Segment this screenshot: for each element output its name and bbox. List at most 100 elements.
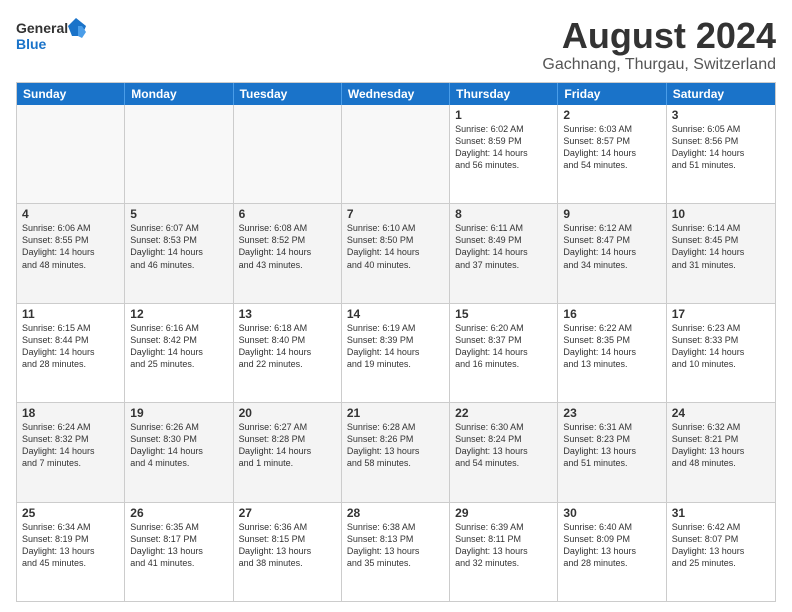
day-number-9: 9 [563, 207, 660, 221]
day-cell-28: 28Sunrise: 6:38 AMSunset: 8:13 PMDayligh… [342, 503, 450, 601]
day-number-2: 2 [563, 108, 660, 122]
day-info-2: Sunrise: 6:03 AMSunset: 8:57 PMDaylight:… [563, 123, 660, 172]
day-info-10: Sunrise: 6:14 AMSunset: 8:45 PMDaylight:… [672, 222, 770, 271]
day-number-10: 10 [672, 207, 770, 221]
day-cell-9: 9Sunrise: 6:12 AMSunset: 8:47 PMDaylight… [558, 204, 666, 302]
day-cell-20: 20Sunrise: 6:27 AMSunset: 8:28 PMDayligh… [234, 403, 342, 501]
day-number-22: 22 [455, 406, 552, 420]
day-info-12: Sunrise: 6:16 AMSunset: 8:42 PMDaylight:… [130, 322, 227, 371]
day-number-16: 16 [563, 307, 660, 321]
header-monday: Monday [125, 83, 233, 105]
week-3: 11Sunrise: 6:15 AMSunset: 8:44 PMDayligh… [17, 303, 775, 402]
empty-cell-w0c3 [342, 105, 450, 203]
day-cell-4: 4Sunrise: 6:06 AMSunset: 8:55 PMDaylight… [17, 204, 125, 302]
day-cell-12: 12Sunrise: 6:16 AMSunset: 8:42 PMDayligh… [125, 304, 233, 402]
day-cell-21: 21Sunrise: 6:28 AMSunset: 8:26 PMDayligh… [342, 403, 450, 501]
day-cell-5: 5Sunrise: 6:07 AMSunset: 8:53 PMDaylight… [125, 204, 233, 302]
empty-cell-w0c0 [17, 105, 125, 203]
header-saturday: Saturday [667, 83, 775, 105]
day-cell-24: 24Sunrise: 6:32 AMSunset: 8:21 PMDayligh… [667, 403, 775, 501]
title-block: August 2024 Gachnang, Thurgau, Switzerla… [542, 16, 776, 74]
week-1: 1Sunrise: 6:02 AMSunset: 8:59 PMDaylight… [17, 105, 775, 203]
day-number-14: 14 [347, 307, 444, 321]
week-5: 25Sunrise: 6:34 AMSunset: 8:19 PMDayligh… [17, 502, 775, 601]
day-number-29: 29 [455, 506, 552, 520]
day-info-23: Sunrise: 6:31 AMSunset: 8:23 PMDaylight:… [563, 421, 660, 470]
day-cell-14: 14Sunrise: 6:19 AMSunset: 8:39 PMDayligh… [342, 304, 450, 402]
day-number-11: 11 [22, 307, 119, 321]
day-cell-7: 7Sunrise: 6:10 AMSunset: 8:50 PMDaylight… [342, 204, 450, 302]
day-number-27: 27 [239, 506, 336, 520]
day-number-24: 24 [672, 406, 770, 420]
svg-text:General: General [16, 20, 68, 36]
day-cell-22: 22Sunrise: 6:30 AMSunset: 8:24 PMDayligh… [450, 403, 558, 501]
header-tuesday: Tuesday [234, 83, 342, 105]
day-number-23: 23 [563, 406, 660, 420]
day-cell-1: 1Sunrise: 6:02 AMSunset: 8:59 PMDaylight… [450, 105, 558, 203]
day-cell-19: 19Sunrise: 6:26 AMSunset: 8:30 PMDayligh… [125, 403, 233, 501]
day-cell-31: 31Sunrise: 6:42 AMSunset: 8:07 PMDayligh… [667, 503, 775, 601]
day-cell-30: 30Sunrise: 6:40 AMSunset: 8:09 PMDayligh… [558, 503, 666, 601]
day-cell-29: 29Sunrise: 6:39 AMSunset: 8:11 PMDayligh… [450, 503, 558, 601]
day-info-11: Sunrise: 6:15 AMSunset: 8:44 PMDaylight:… [22, 322, 119, 371]
day-info-31: Sunrise: 6:42 AMSunset: 8:07 PMDaylight:… [672, 521, 770, 570]
day-cell-11: 11Sunrise: 6:15 AMSunset: 8:44 PMDayligh… [17, 304, 125, 402]
day-cell-15: 15Sunrise: 6:20 AMSunset: 8:37 PMDayligh… [450, 304, 558, 402]
day-info-6: Sunrise: 6:08 AMSunset: 8:52 PMDaylight:… [239, 222, 336, 271]
day-info-30: Sunrise: 6:40 AMSunset: 8:09 PMDaylight:… [563, 521, 660, 570]
day-number-12: 12 [130, 307, 227, 321]
day-number-30: 30 [563, 506, 660, 520]
day-number-28: 28 [347, 506, 444, 520]
day-info-25: Sunrise: 6:34 AMSunset: 8:19 PMDaylight:… [22, 521, 119, 570]
day-cell-16: 16Sunrise: 6:22 AMSunset: 8:35 PMDayligh… [558, 304, 666, 402]
day-cell-25: 25Sunrise: 6:34 AMSunset: 8:19 PMDayligh… [17, 503, 125, 601]
day-info-4: Sunrise: 6:06 AMSunset: 8:55 PMDaylight:… [22, 222, 119, 271]
day-info-13: Sunrise: 6:18 AMSunset: 8:40 PMDaylight:… [239, 322, 336, 371]
header-friday: Friday [558, 83, 666, 105]
week-2: 4Sunrise: 6:06 AMSunset: 8:55 PMDaylight… [17, 203, 775, 302]
header-wednesday: Wednesday [342, 83, 450, 105]
day-info-21: Sunrise: 6:28 AMSunset: 8:26 PMDaylight:… [347, 421, 444, 470]
day-number-21: 21 [347, 406, 444, 420]
day-info-9: Sunrise: 6:12 AMSunset: 8:47 PMDaylight:… [563, 222, 660, 271]
day-number-13: 13 [239, 307, 336, 321]
day-cell-23: 23Sunrise: 6:31 AMSunset: 8:23 PMDayligh… [558, 403, 666, 501]
day-cell-27: 27Sunrise: 6:36 AMSunset: 8:15 PMDayligh… [234, 503, 342, 601]
day-info-29: Sunrise: 6:39 AMSunset: 8:11 PMDaylight:… [455, 521, 552, 570]
calendar: Sunday Monday Tuesday Wednesday Thursday… [16, 82, 776, 602]
day-info-20: Sunrise: 6:27 AMSunset: 8:28 PMDaylight:… [239, 421, 336, 470]
day-number-20: 20 [239, 406, 336, 420]
header: General Blue August 2024 Gachnang, Thurg… [16, 16, 776, 74]
day-info-8: Sunrise: 6:11 AMSunset: 8:49 PMDaylight:… [455, 222, 552, 271]
day-number-6: 6 [239, 207, 336, 221]
day-number-5: 5 [130, 207, 227, 221]
day-number-26: 26 [130, 506, 227, 520]
day-number-4: 4 [22, 207, 119, 221]
header-thursday: Thursday [450, 83, 558, 105]
logo-svg: General Blue [16, 16, 86, 56]
day-cell-2: 2Sunrise: 6:03 AMSunset: 8:57 PMDaylight… [558, 105, 666, 203]
day-cell-3: 3Sunrise: 6:05 AMSunset: 8:56 PMDaylight… [667, 105, 775, 203]
location-title: Gachnang, Thurgau, Switzerland [542, 56, 776, 74]
month-title: August 2024 [542, 16, 776, 56]
day-info-26: Sunrise: 6:35 AMSunset: 8:17 PMDaylight:… [130, 521, 227, 570]
header-sunday: Sunday [17, 83, 125, 105]
day-cell-8: 8Sunrise: 6:11 AMSunset: 8:49 PMDaylight… [450, 204, 558, 302]
day-info-19: Sunrise: 6:26 AMSunset: 8:30 PMDaylight:… [130, 421, 227, 470]
day-info-18: Sunrise: 6:24 AMSunset: 8:32 PMDaylight:… [22, 421, 119, 470]
week-4: 18Sunrise: 6:24 AMSunset: 8:32 PMDayligh… [17, 402, 775, 501]
day-info-27: Sunrise: 6:36 AMSunset: 8:15 PMDaylight:… [239, 521, 336, 570]
day-info-22: Sunrise: 6:30 AMSunset: 8:24 PMDaylight:… [455, 421, 552, 470]
day-cell-17: 17Sunrise: 6:23 AMSunset: 8:33 PMDayligh… [667, 304, 775, 402]
day-cell-13: 13Sunrise: 6:18 AMSunset: 8:40 PMDayligh… [234, 304, 342, 402]
empty-cell-w0c2 [234, 105, 342, 203]
day-number-19: 19 [130, 406, 227, 420]
calendar-header: Sunday Monday Tuesday Wednesday Thursday… [17, 83, 775, 105]
day-info-14: Sunrise: 6:19 AMSunset: 8:39 PMDaylight:… [347, 322, 444, 371]
page: General Blue August 2024 Gachnang, Thurg… [0, 0, 792, 612]
day-info-16: Sunrise: 6:22 AMSunset: 8:35 PMDaylight:… [563, 322, 660, 371]
day-info-15: Sunrise: 6:20 AMSunset: 8:37 PMDaylight:… [455, 322, 552, 371]
day-number-18: 18 [22, 406, 119, 420]
empty-cell-w0c1 [125, 105, 233, 203]
day-number-1: 1 [455, 108, 552, 122]
